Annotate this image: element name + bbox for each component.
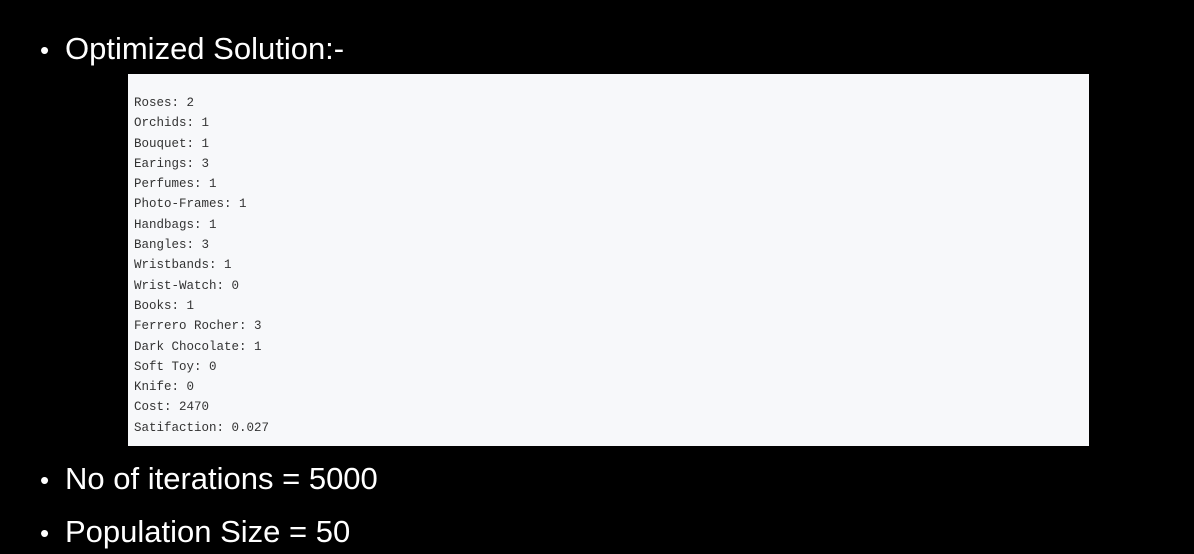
bullet-dot: • <box>40 465 50 495</box>
bullet-dot: • <box>40 518 50 548</box>
output-line-ferrero-rocher: Ferrero Rocher: 3 <box>134 319 262 334</box>
output-line-cost: Cost: 2470 <box>134 400 210 415</box>
bullet-iterations: • No of iterations = 5000 <box>40 461 378 498</box>
output-line-orchids: Orchids: 1 <box>134 116 210 131</box>
output-line-dark-chocolate: Dark Chocolate: 1 <box>134 339 262 354</box>
output-line-soft-toy: Soft Toy: 0 <box>134 359 217 374</box>
output-line-photo-frames: Photo-Frames: 1 <box>134 197 247 212</box>
population-size-text: Population Size = 50 <box>65 514 351 549</box>
output-line-knife: Knife: 0 <box>134 380 195 395</box>
output-console: Roses: 2 Orchids: 1 Bouquet: 1 Earings: … <box>128 74 1089 446</box>
output-line-handbags: Handbags: 1 <box>134 217 217 232</box>
iterations-text: No of iterations = 5000 <box>65 461 378 496</box>
output-line-earings: Earings: 3 <box>134 156 210 171</box>
output-line-wrist-watch: Wrist-Watch: 0 <box>134 278 240 293</box>
output-line-bangles: Bangles: 3 <box>134 238 210 253</box>
output-line-bouquet: Bouquet: 1 <box>134 136 210 151</box>
output-line-perfumes: Perfumes: 1 <box>134 177 217 192</box>
output-line-wristbands: Wristbands: 1 <box>134 258 232 273</box>
bullet-optimized-solution: • Optimized Solution:- <box>40 31 344 68</box>
bullet-population-size: • Population Size = 50 <box>40 514 350 551</box>
output-line-books: Books: 1 <box>134 298 195 313</box>
heading-optimized-solution: Optimized Solution:- <box>65 31 345 66</box>
bullet-dot: • <box>40 35 50 65</box>
output-line-roses: Roses: 2 <box>134 96 195 110</box>
output-line-satisfaction: Satifaction: 0.027 <box>134 420 270 435</box>
